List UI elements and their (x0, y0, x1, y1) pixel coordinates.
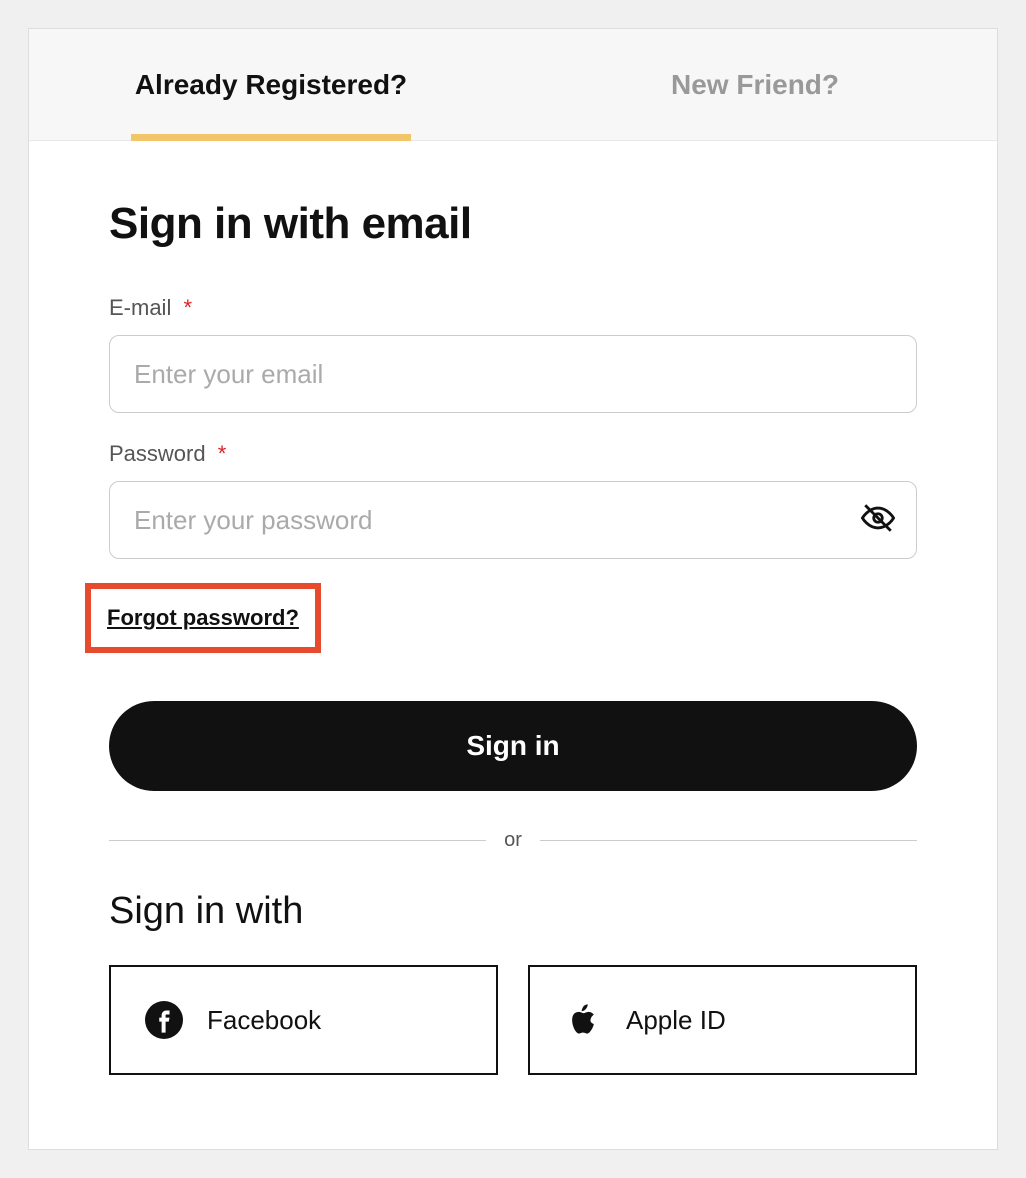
apple-icon (564, 1001, 602, 1039)
content-area: Sign in with email E-mail * Password * (29, 141, 997, 1115)
signin-button[interactable]: Sign in (109, 701, 917, 791)
tab-label: New Friend? (671, 69, 839, 101)
page-heading: Sign in with email (109, 199, 917, 249)
tab-already-registered[interactable]: Already Registered? (29, 29, 513, 140)
label-text: E-mail (109, 295, 171, 320)
label-text: Password (109, 441, 206, 466)
password-label: Password * (109, 441, 917, 467)
facebook-signin-button[interactable]: Facebook (109, 965, 498, 1075)
tab-new-friend[interactable]: New Friend? (513, 29, 997, 140)
email-group: E-mail * (109, 295, 917, 413)
password-input[interactable] (109, 481, 917, 559)
tab-bar: Already Registered? New Friend? (29, 29, 997, 141)
apple-signin-button[interactable]: Apple ID (528, 965, 917, 1075)
social-buttons-row: Facebook Apple ID (109, 965, 917, 1075)
password-group: Password * (109, 441, 917, 559)
social-heading: Sign in with (109, 890, 917, 933)
eye-slash-icon (861, 501, 895, 540)
divider: or (109, 829, 917, 852)
forgot-password-link[interactable]: Forgot password? (107, 605, 299, 630)
required-mark: * (183, 295, 192, 320)
email-input[interactable] (109, 335, 917, 413)
password-input-wrap (109, 481, 917, 559)
social-label: Facebook (207, 1005, 321, 1036)
signin-card: Already Registered? New Friend? Sign in … (28, 28, 998, 1150)
required-mark: * (218, 441, 227, 466)
divider-line-right (540, 840, 917, 841)
social-label: Apple ID (626, 1005, 726, 1036)
divider-line-left (109, 840, 486, 841)
facebook-icon (145, 1001, 183, 1039)
email-label: E-mail * (109, 295, 917, 321)
forgot-password-highlight: Forgot password? (85, 583, 321, 653)
toggle-password-visibility[interactable] (861, 503, 895, 537)
divider-text: or (486, 829, 540, 852)
email-input-wrap (109, 335, 917, 413)
tab-label: Already Registered? (135, 69, 407, 101)
